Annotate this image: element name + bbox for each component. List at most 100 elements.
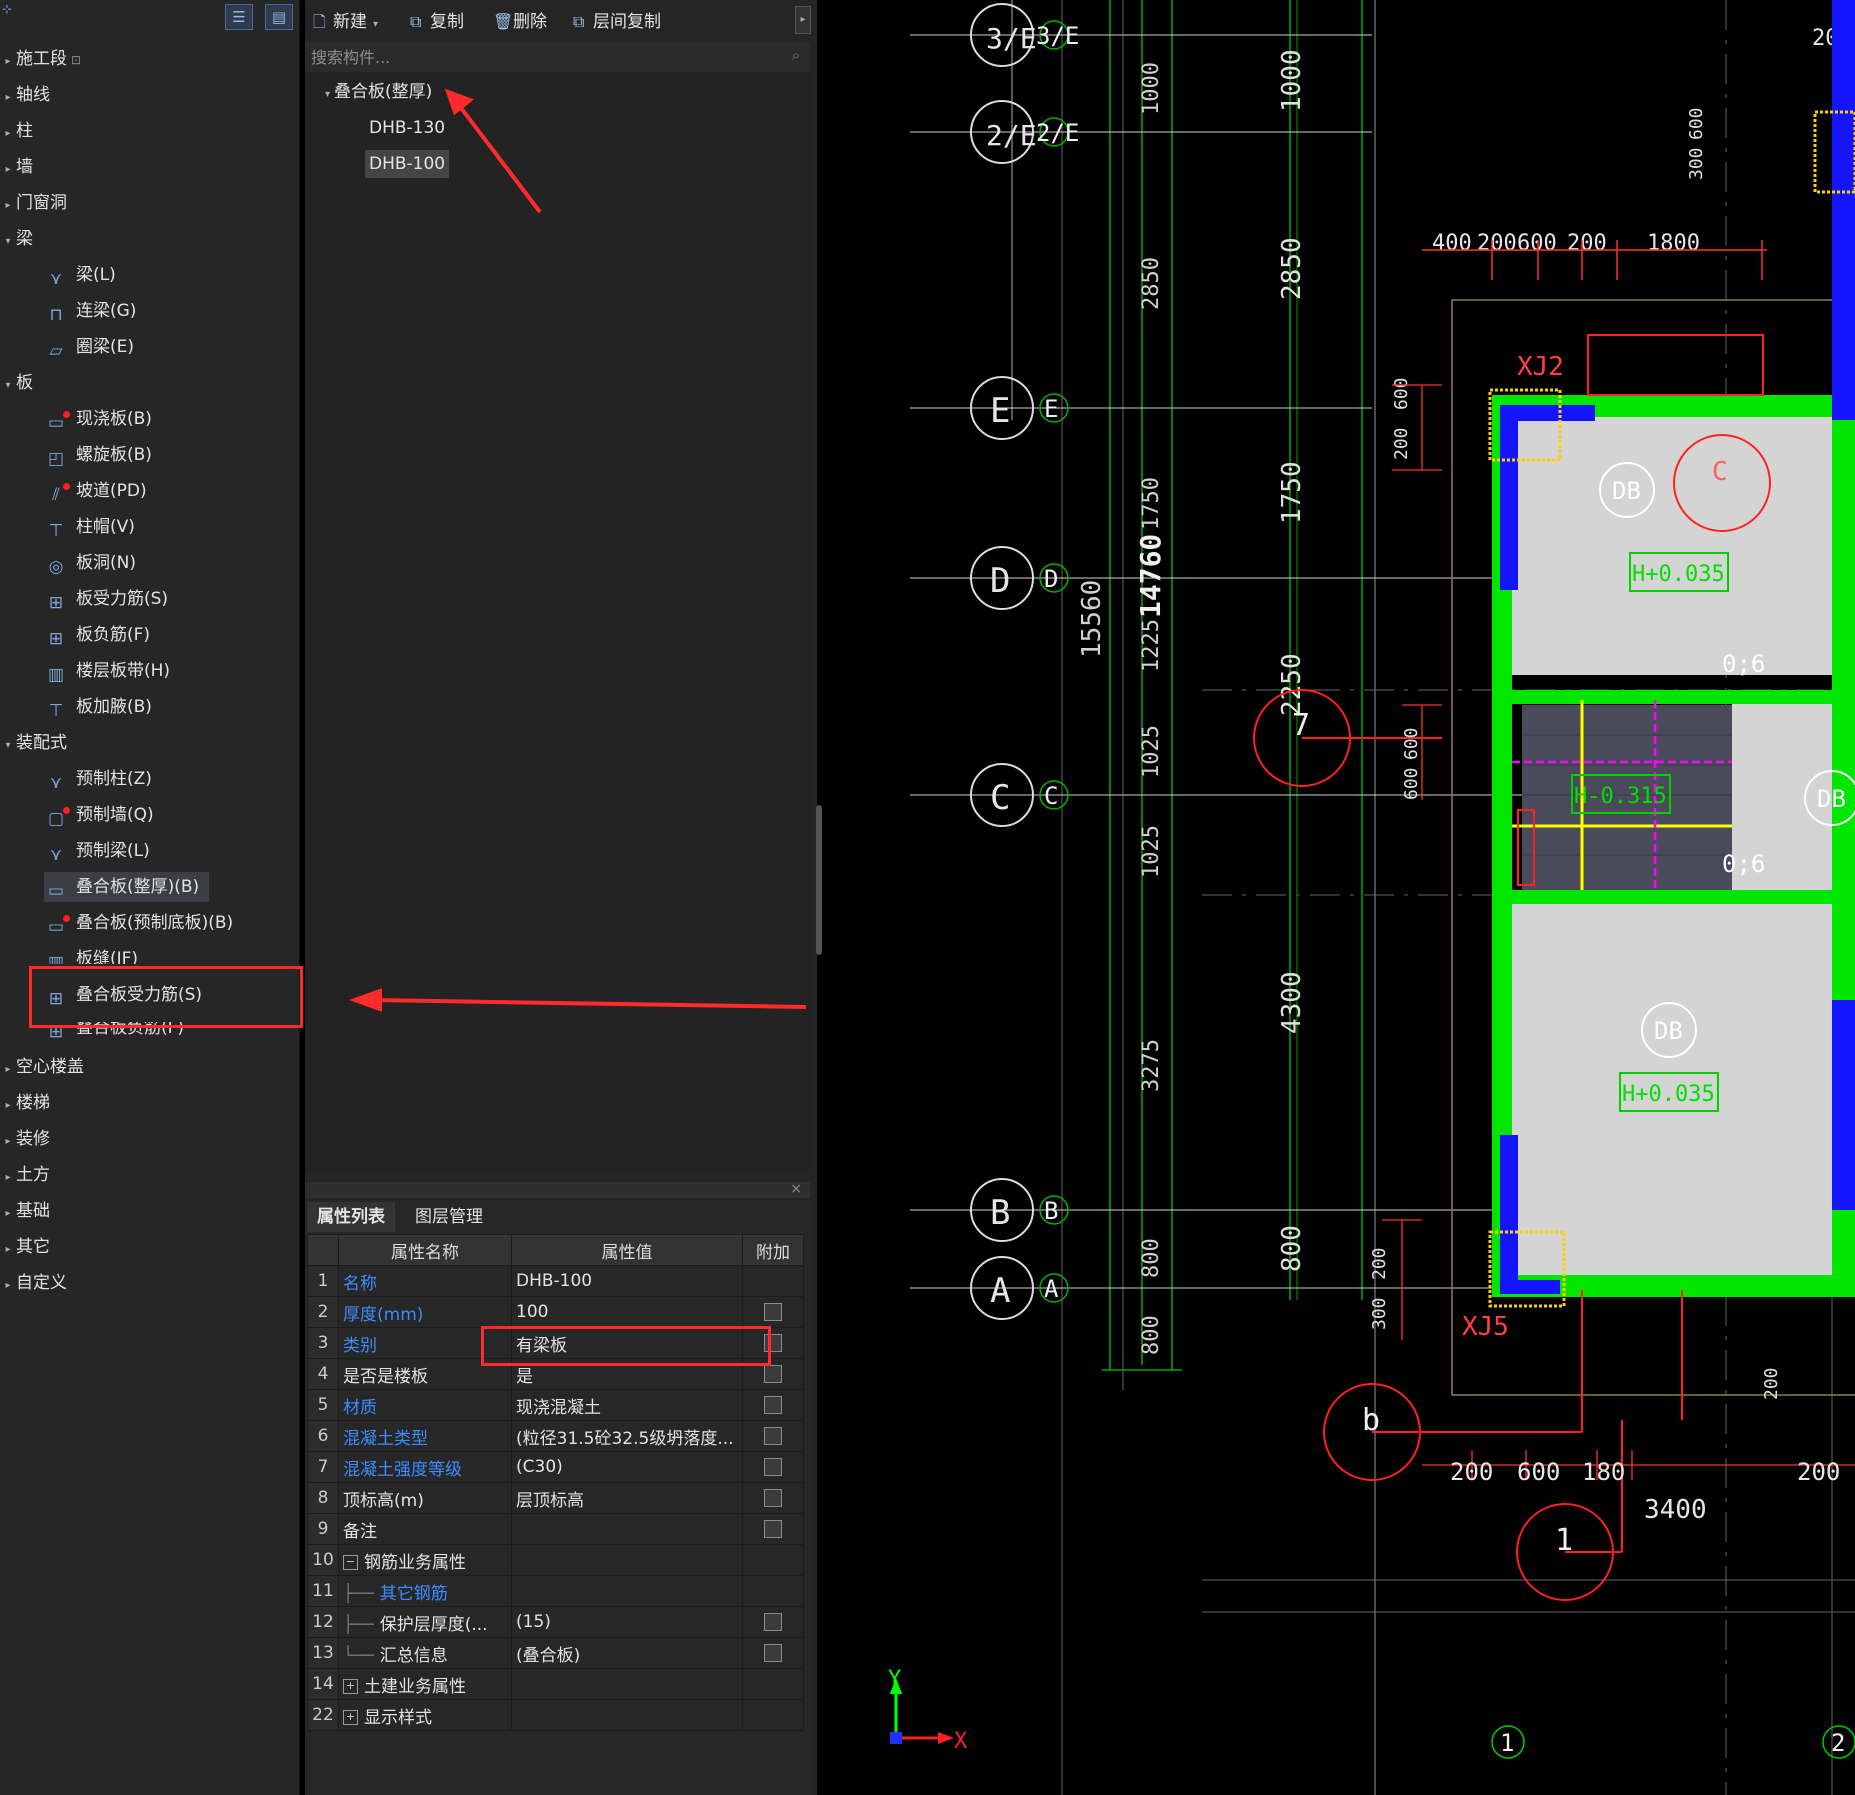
tree-item-prefab-wall[interactable]: ▢ 预制墙(Q) (44, 800, 154, 830)
collapse-arrow-icon[interactable]: ▾ (0, 371, 16, 401)
property-row[interactable]: 10 − 钢筋业务属性 (307, 1544, 804, 1576)
property-value[interactable]: DHB-100 (511, 1265, 743, 1297)
search-icon[interactable]: ⌕ (792, 46, 800, 64)
property-row[interactable]: 11 ├── 其它钢筋 (307, 1575, 804, 1607)
pin-icon[interactable]: ⊹ (2, 2, 12, 16)
property-value[interactable]: (15) (511, 1606, 743, 1638)
component-item-dhb-100[interactable]: DHB-100 (365, 150, 450, 178)
property-value[interactable]: 层顶标高 (511, 1482, 743, 1514)
panel-splitter[interactable]: × (305, 1181, 810, 1198)
tree-item-other[interactable]: ▸ 其它 (0, 1232, 50, 1262)
property-row[interactable]: 1 名称 DHB-100 (307, 1265, 804, 1297)
tree-item-decoration[interactable]: ▸ 装修 (0, 1124, 50, 1154)
extra-checkbox[interactable] (764, 1303, 782, 1321)
component-group-composite-slab[interactable]: ▾ 叠合板(整厚) (325, 78, 432, 106)
expand-icon[interactable]: + (343, 1710, 358, 1725)
floor-copy-button[interactable]: ⧉ 层间复制 (573, 10, 661, 34)
tree-item-prefab-beam[interactable]: ⋎ 预制梁(L) (44, 836, 150, 866)
tab-property-list[interactable]: 属性列表 (307, 1202, 395, 1232)
tree-item-construction-segment[interactable]: ▸ 施工段 ⊡ (0, 44, 81, 74)
new-button[interactable]: 🗋 新建 ▾ (313, 10, 378, 34)
tree-item-slab-rebar[interactable]: ⊞ 板受力筋(S) (44, 584, 168, 614)
extra-checkbox[interactable] (764, 1644, 782, 1662)
property-row[interactable]: 2 厚度(mm) 100 (307, 1296, 804, 1328)
collapse-arrow-icon[interactable]: ▾ (0, 227, 16, 257)
tree-item-earthwork[interactable]: ▸ 土方 (0, 1160, 50, 1190)
search-input[interactable] (309, 42, 773, 72)
collapse-arrow-icon[interactable]: ▾ (0, 731, 16, 761)
delete-button[interactable]: 🗑删除 (493, 10, 547, 34)
collapse-arrow-icon[interactable]: ▾ (325, 89, 330, 100)
expand-arrow-icon[interactable]: ▸ (0, 83, 16, 113)
property-row[interactable]: 14 + 土建业务属性 (307, 1668, 804, 1700)
tree-item-spiral-slab[interactable]: ◰ 螺旋板(B) (44, 440, 152, 470)
tree-item-cast-slab[interactable]: ▭ 现浇板(B) (44, 404, 152, 434)
expand-arrow-icon[interactable]: ▸ (0, 1271, 16, 1301)
copy-button[interactable]: ⧉ 复制 (410, 10, 464, 34)
tree-item-foundation[interactable]: ▸ 基础 (0, 1196, 50, 1226)
tree-item-prefab-column[interactable]: ⋎ 预制柱(Z) (44, 764, 152, 794)
extra-checkbox[interactable] (764, 1396, 782, 1414)
tree-item-hollow-floor[interactable]: ▸ 空心楼盖 (0, 1052, 84, 1082)
tree-item-beam-l[interactable]: ⋎ 梁(L) (44, 260, 116, 290)
extra-checkbox[interactable] (764, 1427, 782, 1445)
expand-arrow-icon[interactable]: ▸ (0, 1055, 16, 1085)
tree-item-composite-slab-precast[interactable]: ▭ 叠合板(预制底板)(B) (44, 908, 233, 938)
tab-layer-management[interactable]: 图层管理 (405, 1202, 493, 1232)
expand-icon[interactable]: + (343, 1679, 358, 1694)
property-value[interactable]: (C30) (511, 1451, 743, 1483)
property-row[interactable]: 8 顶标高(m) 层顶标高 (307, 1482, 804, 1514)
property-value[interactable]: 100 (511, 1296, 743, 1328)
extra-checkbox[interactable] (764, 1520, 782, 1538)
tree-item-slab-haunch[interactable]: ⊤ 板加腋(B) (44, 692, 152, 722)
tree-item-slab[interactable]: ▾ 板 (0, 368, 33, 398)
tree-item-column[interactable]: ▸ 柱 (0, 116, 33, 146)
expand-arrow-icon[interactable]: ▸ (0, 1199, 16, 1229)
expand-arrow-icon[interactable]: ▸ (0, 119, 16, 149)
extra-checkbox[interactable] (764, 1458, 782, 1476)
tree-item-slab-strip[interactable]: ▥ 楼层板带(H) (44, 656, 170, 686)
tree-item-prefab[interactable]: ▾ 装配式 (0, 728, 67, 758)
property-value[interactable]: (粒径31.5砼32.5级坍落度... (511, 1420, 743, 1452)
expand-arrow-icon[interactable]: ▸ (0, 1127, 16, 1157)
extra-checkbox[interactable] (764, 1365, 782, 1383)
property-value[interactable]: (叠合板) (511, 1637, 743, 1669)
property-value[interactable] (511, 1513, 743, 1545)
tree-item-slab-neg-rebar[interactable]: ⊞ 板负筋(F) (44, 620, 150, 650)
extra-checkbox[interactable] (764, 1613, 782, 1631)
expand-arrow-icon[interactable]: ▸ (0, 191, 16, 221)
expand-arrow-icon[interactable]: ▸ (0, 1163, 16, 1193)
tree-item-custom[interactable]: ▸ 自定义 (0, 1268, 67, 1298)
tree-item-column-cap[interactable]: ⊤ 柱帽(V) (44, 512, 135, 542)
property-row[interactable]: 7 混凝土强度等级 (C30) (307, 1451, 804, 1483)
expand-arrow-icon[interactable]: ▸ (0, 155, 16, 185)
expand-arrow-icon[interactable]: ▸ (0, 1235, 16, 1265)
extra-checkbox[interactable] (764, 1489, 782, 1507)
property-row[interactable]: 22 + 显示样式 (307, 1699, 804, 1731)
collapse-panel-button[interactable]: ▸ (795, 6, 811, 34)
tree-item-axis[interactable]: ▸ 轴线 (0, 80, 50, 110)
tree-item-openings[interactable]: ▸ 门窗洞 (0, 188, 67, 218)
tree-item-coupling-beam[interactable]: ⊓ 连梁(G) (44, 296, 136, 326)
detail-view-icon[interactable]: ▤ (265, 4, 293, 30)
expand-arrow-icon[interactable]: ▸ (0, 1091, 16, 1121)
list-view-icon[interactable]: ☰ (225, 4, 253, 30)
property-row[interactable]: 13 └── 汇总信息 (叠合板) (307, 1637, 804, 1669)
tree-item-ring-beam[interactable]: ▱ 圈梁(E) (44, 332, 134, 362)
dropdown-arrow-icon[interactable]: ▾ (373, 19, 378, 30)
property-row[interactable]: 5 材质 现浇混凝土 (307, 1389, 804, 1421)
property-value[interactable]: 现浇混凝土 (511, 1389, 743, 1421)
tree-item-ramp[interactable]: ⫽ 坡道(PD) (44, 476, 146, 506)
component-item-dhb-130[interactable]: DHB-130 (369, 114, 445, 142)
tree-item-slab-joint[interactable]: ▥ 板缝(JF) (44, 944, 138, 964)
tree-item-beam[interactable]: ▾ 梁 (0, 224, 33, 254)
tree-item-stairs[interactable]: ▸ 楼梯 (0, 1088, 50, 1118)
tree-item-slab-hole[interactable]: ◎ 板洞(N) (44, 548, 136, 578)
collapse-icon[interactable]: − (343, 1555, 358, 1570)
property-row[interactable]: 6 混凝土类型 (粒径31.5砼32.5级坍落度... (307, 1420, 804, 1452)
property-row[interactable]: 12 ├── 保护层厚度(... (15) (307, 1606, 804, 1638)
property-row[interactable]: 9 备注 (307, 1513, 804, 1545)
tree-item-composite-slab-full[interactable]: ▭ 叠合板(整厚)(B) (44, 872, 210, 902)
property-value[interactable] (511, 1575, 743, 1607)
close-icon[interactable]: × (790, 1181, 802, 1197)
